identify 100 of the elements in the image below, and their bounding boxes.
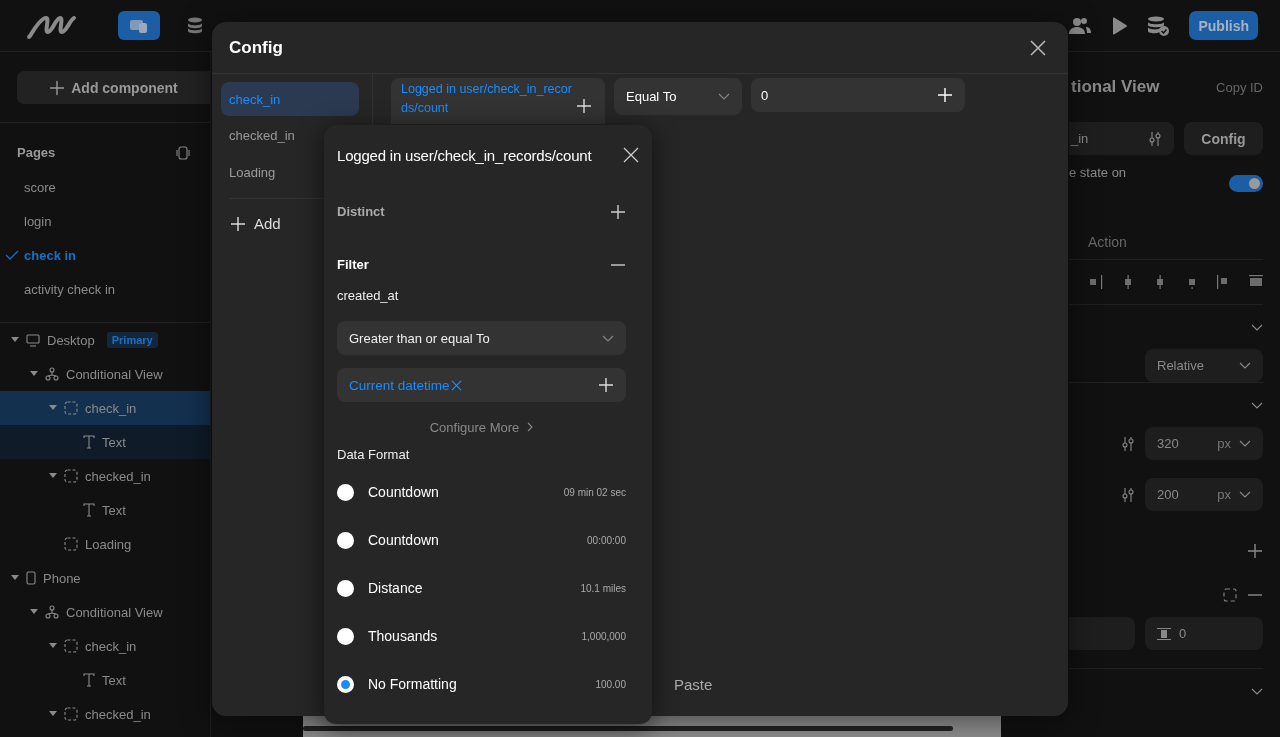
data-source-chip[interactable]: Logged in user/check_in_records/count (391, 78, 605, 124)
minus-icon[interactable] (610, 263, 626, 266)
page-item[interactable]: activity check in (0, 272, 210, 306)
operator-dropdown[interactable]: Equal To (614, 78, 742, 115)
radio-button[interactable] (337, 675, 354, 693)
minus-icon[interactable] (1247, 594, 1263, 596)
sliders-icon[interactable] (1121, 487, 1135, 502)
align-icon[interactable] (1249, 275, 1263, 289)
sliders-icon[interactable] (1148, 131, 1162, 146)
text-icon (83, 673, 95, 687)
chevron-down-icon (602, 334, 614, 342)
radio-button[interactable] (337, 531, 354, 549)
page-item[interactable]: score (0, 170, 210, 204)
pages-tool-button[interactable] (118, 11, 160, 40)
close-icon[interactable] (623, 147, 639, 163)
caret-down-icon[interactable] (30, 371, 38, 377)
sliders-icon[interactable] (1121, 436, 1135, 451)
size-field[interactable]: 200 px (1145, 478, 1263, 511)
filter-operator-dropdown[interactable]: Greater than or equal To (337, 321, 626, 355)
screens-icon (129, 17, 149, 34)
dialog-title: Config (229, 37, 283, 58)
chevron-down-icon (1239, 362, 1251, 369)
tree-row[interactable]: checked_in (0, 459, 210, 493)
copy-id-link[interactable]: Copy ID (1216, 79, 1263, 95)
format-sample: 09 min 02 sec (563, 486, 626, 498)
value-chip[interactable]: Current datetime (349, 377, 462, 393)
radio-button[interactable] (337, 483, 354, 501)
configure-more-link[interactable]: Configure More (337, 414, 626, 440)
tree-row[interactable]: Text (0, 493, 210, 527)
device-rotate-icon[interactable] (176, 145, 190, 160)
popover-title: Logged in user/check_in_records/count (337, 146, 592, 164)
action-tab[interactable]: Action (1088, 234, 1127, 250)
dashed-square-icon (64, 707, 78, 721)
condition-item[interactable]: check_in (221, 82, 359, 116)
caret-down-icon[interactable] (49, 711, 57, 717)
close-icon[interactable] (1030, 39, 1046, 56)
chevron-down-icon (718, 93, 730, 100)
radio-button[interactable] (337, 627, 354, 645)
check-icon (5, 250, 19, 260)
page-item[interactable]: login (0, 204, 210, 238)
database-icon (187, 16, 203, 35)
position-dropdown[interactable]: Relative (1145, 349, 1263, 382)
filter-value-field[interactable]: Current datetime (337, 368, 626, 402)
tree-row[interactable]: Phone (0, 561, 210, 595)
tree-row[interactable]: Conditional View (0, 357, 210, 391)
add-component-button[interactable]: Add component (17, 71, 210, 104)
toggle-switch[interactable] (1229, 175, 1263, 192)
tree-row[interactable]: Conditional View (0, 595, 210, 629)
align-icon[interactable] (1089, 275, 1103, 289)
spacing-value-field[interactable]: 0 (1145, 617, 1263, 650)
chevron-down-icon (1251, 401, 1263, 409)
tree-label: Text (102, 672, 126, 688)
phone-icon (26, 571, 36, 585)
chevron-right-icon (527, 422, 534, 432)
branch-icon (45, 605, 59, 619)
tree-row[interactable]: Text (0, 663, 210, 697)
caret-down-icon[interactable] (49, 473, 57, 479)
tree-label: Text (102, 502, 126, 518)
size-field[interactable]: 320 px (1145, 427, 1263, 460)
database-check-icon[interactable] (1147, 15, 1170, 36)
caret-down-icon[interactable] (49, 405, 57, 411)
play-icon[interactable] (1111, 16, 1128, 35)
plus-icon[interactable] (1247, 543, 1263, 559)
radio-button[interactable] (337, 579, 354, 597)
caret-down-icon[interactable] (11, 575, 19, 581)
toggle-label: e state on (1069, 165, 1127, 180)
caret-down-icon[interactable] (11, 337, 19, 343)
dashed-square-icon (64, 537, 78, 551)
tree-label: Conditional View (66, 366, 163, 382)
add-condition-button[interactable]: Add (221, 211, 290, 236)
dashed-square-icon (64, 639, 78, 653)
padding-icon[interactable] (1223, 588, 1237, 602)
tree-row[interactable]: Loading (0, 527, 210, 561)
plus-icon[interactable] (49, 79, 66, 96)
spacing-field[interactable] (1069, 617, 1135, 650)
config-button[interactable]: Config (1184, 122, 1263, 155)
value-field[interactable]: 0 (751, 78, 965, 112)
tree-row[interactable]: checked_in (0, 697, 210, 731)
tree-label: checked_in (85, 706, 151, 722)
tree-row[interactable]: Text (0, 425, 210, 459)
format-label: Countdown (368, 484, 440, 500)
monitor-icon (26, 333, 40, 347)
page-item[interactable]: check in (0, 238, 210, 272)
tree-row[interactable]: check_in (0, 629, 210, 663)
users-icon[interactable] (1069, 16, 1092, 35)
section-label: Filter (337, 257, 369, 272)
tree-label: Phone (43, 570, 81, 586)
plus-icon[interactable] (610, 203, 626, 220)
paste-action[interactable]: Paste (674, 676, 713, 693)
state-field[interactable]: _in (1069, 122, 1174, 155)
caret-down-icon[interactable] (30, 609, 38, 615)
format-label: Thousands (368, 628, 439, 644)
tree-row[interactable]: Desktop Primary (0, 323, 210, 357)
tree-row[interactable]: check_in (0, 391, 210, 425)
caret-down-icon[interactable] (49, 643, 57, 649)
filter-field-name: created_at (337, 286, 400, 305)
publish-button[interactable]: Publish (1189, 11, 1258, 40)
data-format-label: Data Format (337, 445, 411, 464)
tree-label: Loading (85, 536, 132, 552)
chevron-down-icon (1239, 440, 1251, 447)
